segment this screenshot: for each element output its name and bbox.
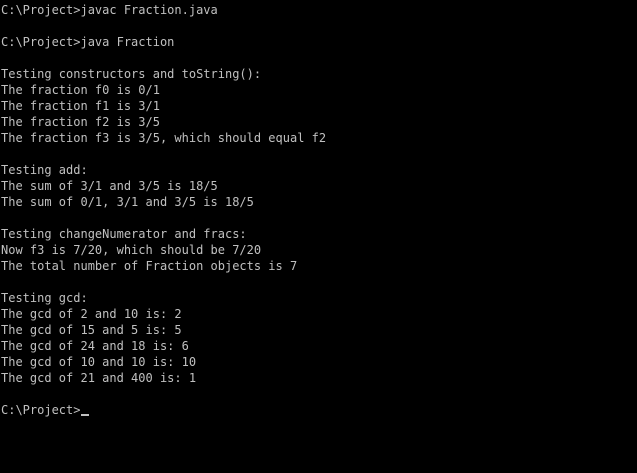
console-line: The fraction f2 is 3/5 [1,115,160,129]
console-line: The gcd of 10 and 10 is: 10 [1,355,197,369]
prompt-text: C:\Project> [1,403,81,417]
text-cursor [81,414,90,416]
console-line: C:\Project>java Fraction [1,35,175,49]
console-line: The gcd of 21 and 400 is: 1 [1,371,197,385]
console-line: Now f3 is 7/20, which should be 7/20 [1,243,262,257]
console-line: The fraction f0 is 0/1 [1,83,160,97]
console-line: Testing changeNumerator and fracs: [1,227,247,241]
console-line: The sum of 0/1, 3/1 and 3/5 is 18/5 [1,195,254,209]
console-line: The sum of 3/1 and 3/5 is 18/5 [1,179,218,193]
console-line: Testing constructors and toString(): [1,67,262,81]
console-line: The fraction f1 is 3/1 [1,99,160,113]
console-line: The fraction f3 is 3/5, which should equ… [1,131,327,145]
command-prompt-line[interactable]: C:\Project> [1,402,637,418]
console-line: Testing add: [1,163,88,177]
console-window[interactable]: C:\Project>javac Fraction.java C:\Projec… [0,0,637,473]
console-line: C:\Project>javac Fraction.java [1,3,218,17]
console-line: The total number of Fraction objects is … [1,259,298,273]
console-line: The gcd of 15 and 5 is: 5 [1,323,182,337]
console-line: The gcd of 24 and 18 is: 6 [1,339,189,353]
console-line: The gcd of 2 and 10 is: 2 [1,307,182,321]
console-line: Testing gcd: [1,291,88,305]
